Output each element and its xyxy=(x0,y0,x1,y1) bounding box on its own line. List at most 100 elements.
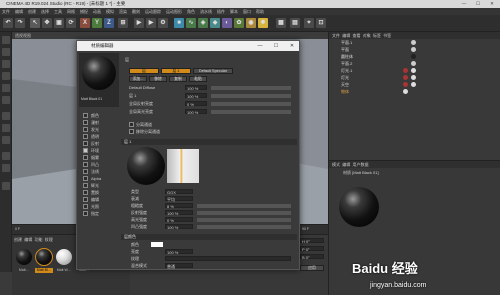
menu-item-0[interactable]: 文件 xyxy=(2,9,10,14)
layer-row-slider-0[interactable] xyxy=(211,86,291,90)
select-icon[interactable]: ↖ xyxy=(30,18,40,28)
target-tag-icon[interactable] xyxy=(411,75,416,80)
menu-item-14[interactable]: 流水线 xyxy=(200,9,212,14)
prop-slider-3[interactable] xyxy=(197,211,291,215)
camera-icon[interactable]: ◉ xyxy=(246,18,256,28)
scene-icon[interactable]: ✿ xyxy=(234,18,244,28)
axis-mode-icon[interactable] xyxy=(2,112,10,120)
object-row-light1[interactable]: 灯光.1 xyxy=(329,68,500,74)
layout-icon[interactable]: ▦ xyxy=(276,18,286,28)
object-row-cylinder[interactable]: 圆柱体 xyxy=(329,54,500,60)
menu-item-5[interactable]: 网格 xyxy=(67,9,75,14)
points-mode-icon[interactable] xyxy=(2,72,10,80)
layer-paste-button[interactable]: 粘贴 xyxy=(189,76,207,82)
object-row-sky[interactable]: 天空 xyxy=(329,82,500,88)
layer-1-section[interactable]: 层 1 xyxy=(121,139,297,145)
layer-row-slider-2[interactable] xyxy=(211,102,291,106)
prop-value-3[interactable]: 100 % xyxy=(165,210,193,216)
texture-slot[interactable] xyxy=(165,256,291,261)
make-editable-icon[interactable] xyxy=(2,36,10,44)
layer-copy-button[interactable]: 复制 xyxy=(169,76,187,82)
channel-label-10[interactable]: 辉光 xyxy=(91,183,99,189)
material-swatch-2[interactable] xyxy=(35,248,53,266)
object-row-object[interactable]: 物体 xyxy=(329,89,500,95)
me-minimize-button[interactable]: — xyxy=(253,41,267,51)
scale-icon[interactable]: ▣ xyxy=(54,18,64,28)
magnet-icon[interactable] xyxy=(2,182,10,190)
render-picture-viewer-icon[interactable]: ▶ xyxy=(146,18,156,28)
menu-item-11[interactable]: 运动跟踪 xyxy=(145,9,161,14)
menu-item-8[interactable]: 模拟 xyxy=(106,9,114,14)
coordinate-system-icon[interactable]: ⊞ xyxy=(118,18,128,28)
channel-checkbox-12[interactable] xyxy=(83,197,88,202)
channel-label-9[interactable]: Alpha xyxy=(91,176,101,181)
texture-mode-icon[interactable] xyxy=(2,60,10,68)
tab-layer[interactable]: 层 xyxy=(129,68,159,74)
solo-icon[interactable] xyxy=(2,164,10,172)
material-tag-icon[interactable] xyxy=(411,82,416,87)
prop-value-2[interactable]: 8 % xyxy=(165,203,193,209)
prop-slider-5[interactable] xyxy=(197,225,291,229)
layer-add-button[interactable]: 添加... xyxy=(129,76,147,82)
layer-color-swatch[interactable] xyxy=(151,242,163,247)
channel-label-5[interactable]: 环境 xyxy=(91,148,99,154)
nurbs-icon[interactable]: ◈ xyxy=(198,18,208,28)
move-icon[interactable]: ✥ xyxy=(42,18,52,28)
channel-checkbox-2[interactable] xyxy=(83,127,88,132)
tab-layer-1[interactable]: 层 1 xyxy=(161,68,191,74)
rotate-icon[interactable]: ⟳ xyxy=(66,18,76,28)
render-settings-icon[interactable]: ⚙ xyxy=(158,18,168,28)
channel-checkbox-4[interactable] xyxy=(83,141,88,146)
prop-value-0[interactable]: GGX xyxy=(165,189,193,195)
redo-icon[interactable]: ↷ xyxy=(15,18,25,28)
channel-checkbox-11[interactable] xyxy=(83,190,88,195)
coord-apply-button[interactable]: 应用 xyxy=(300,265,324,271)
menu-item-6[interactable]: 捕捉 xyxy=(80,9,88,14)
layer-row-value-2[interactable]: 0 % xyxy=(185,101,207,107)
close-button[interactable]: ✕ xyxy=(486,0,498,8)
menu-item-4[interactable]: 工具 xyxy=(54,9,62,14)
tweak-mode-icon[interactable] xyxy=(2,124,10,132)
menu-item-13[interactable]: 角色 xyxy=(187,9,195,14)
channel-label-14[interactable]: 指定 xyxy=(91,211,99,217)
channel-label-0[interactable]: 颜色 xyxy=(91,113,99,119)
channel-label-7[interactable]: 凹凸 xyxy=(91,162,99,168)
object-row-plane1[interactable]: 平面.1 xyxy=(329,40,500,46)
light-tag-icon[interactable] xyxy=(403,75,408,80)
prop-value-5[interactable]: 100 % xyxy=(165,224,193,230)
layer-row-value-0[interactable]: 100 % xyxy=(185,85,207,91)
channel-label-1[interactable]: 漫射 xyxy=(91,120,99,126)
object-row-plane[interactable]: 平面 xyxy=(329,47,500,53)
menu-item-17[interactable]: 窗口 xyxy=(243,9,251,14)
menu-item-1[interactable]: 编辑 xyxy=(15,9,23,14)
am-tab-userdata[interactable]: 用户数据 xyxy=(352,162,368,167)
menu-function[interactable]: 功能 xyxy=(34,237,42,242)
menu-item-16[interactable]: 脚本 xyxy=(230,9,238,14)
layer-row-slider-3[interactable] xyxy=(211,110,291,114)
workspace-icon[interactable]: ▤ xyxy=(290,18,300,28)
material-tag-icon[interactable] xyxy=(411,40,416,45)
channel-checkbox-8[interactable] xyxy=(83,169,88,174)
object-row-light[interactable]: 灯光 xyxy=(329,75,500,81)
coord-h-rot-field[interactable]: H 0° xyxy=(300,238,324,244)
z-axis-button[interactable]: Z xyxy=(104,18,114,28)
channel-checkbox-0[interactable] xyxy=(83,113,88,118)
target-tag-icon[interactable] xyxy=(411,68,416,73)
menu-item-12[interactable]: 运动图形 xyxy=(166,9,182,14)
compositing-tag-icon[interactable] xyxy=(403,82,408,87)
me-close-button[interactable]: ✕ xyxy=(285,41,299,51)
channel-checkbox-7[interactable] xyxy=(83,162,88,167)
om-menu-view[interactable]: 查看 xyxy=(352,33,360,38)
model-mode-icon[interactable] xyxy=(2,48,10,56)
menu-edit[interactable]: 编辑 xyxy=(24,237,32,242)
channel-checkbox-14[interactable] xyxy=(83,211,88,216)
deformer-icon[interactable]: ◐ xyxy=(222,18,232,28)
snap-mode-icon[interactable] xyxy=(2,136,10,144)
x-axis-button[interactable]: X xyxy=(80,18,90,28)
channel-label-6[interactable]: 烟雾 xyxy=(91,155,99,161)
menu-item-3[interactable]: 选择 xyxy=(41,9,49,14)
y-axis-button[interactable]: Y xyxy=(92,18,102,28)
channel-label-13[interactable]: 光照 xyxy=(91,204,99,210)
array-icon[interactable]: ◆ xyxy=(210,18,220,28)
channel-checkbox-1[interactable] xyxy=(83,120,88,125)
